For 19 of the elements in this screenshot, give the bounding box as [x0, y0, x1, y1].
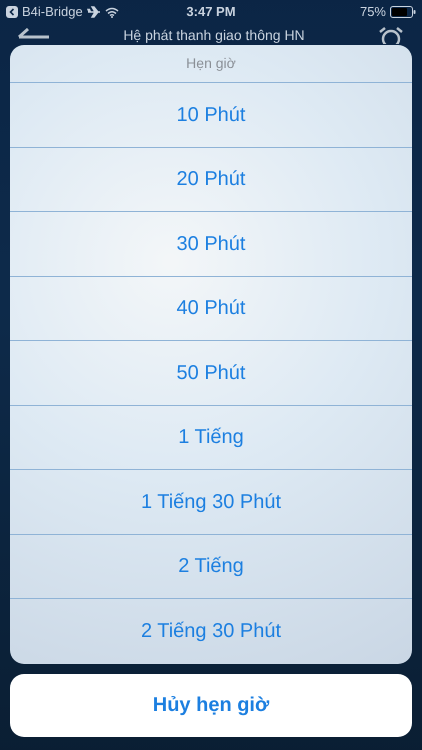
nav-title: Hệ phát thanh giao thông HN [122, 26, 306, 45]
sheet-option[interactable]: 30 Phút [10, 212, 412, 276]
status-time: 3:47 PM [185, 3, 237, 22]
cancel-button[interactable]: Hủy hẹn giờ [10, 674, 412, 736]
sheet-option[interactable]: 1 Tiếng 30 Phút [10, 470, 412, 534]
sheet-option[interactable]: 2 Tiếng 30 Phút [10, 599, 412, 664]
sheet-option[interactable]: 20 Phút [10, 148, 412, 212]
sheet-option[interactable]: 10 Phút [10, 83, 412, 148]
sheet-title: Hẹn giờ [186, 54, 236, 73]
sheet-option[interactable]: 1 Tiếng [10, 406, 412, 470]
sheet-option[interactable]: 40 Phút [10, 276, 412, 341]
back-icon[interactable] [6, 6, 18, 18]
wifi-icon [104, 6, 119, 18]
battery-icon [390, 6, 416, 18]
back-app-label[interactable]: B4i-Bridge [22, 2, 83, 22]
sheet-option[interactable]: 50 Phút [10, 341, 412, 406]
battery-percent: 75% [360, 3, 386, 22]
sheet-option[interactable]: 2 Tiếng [10, 534, 412, 599]
airplane-icon [86, 6, 101, 18]
